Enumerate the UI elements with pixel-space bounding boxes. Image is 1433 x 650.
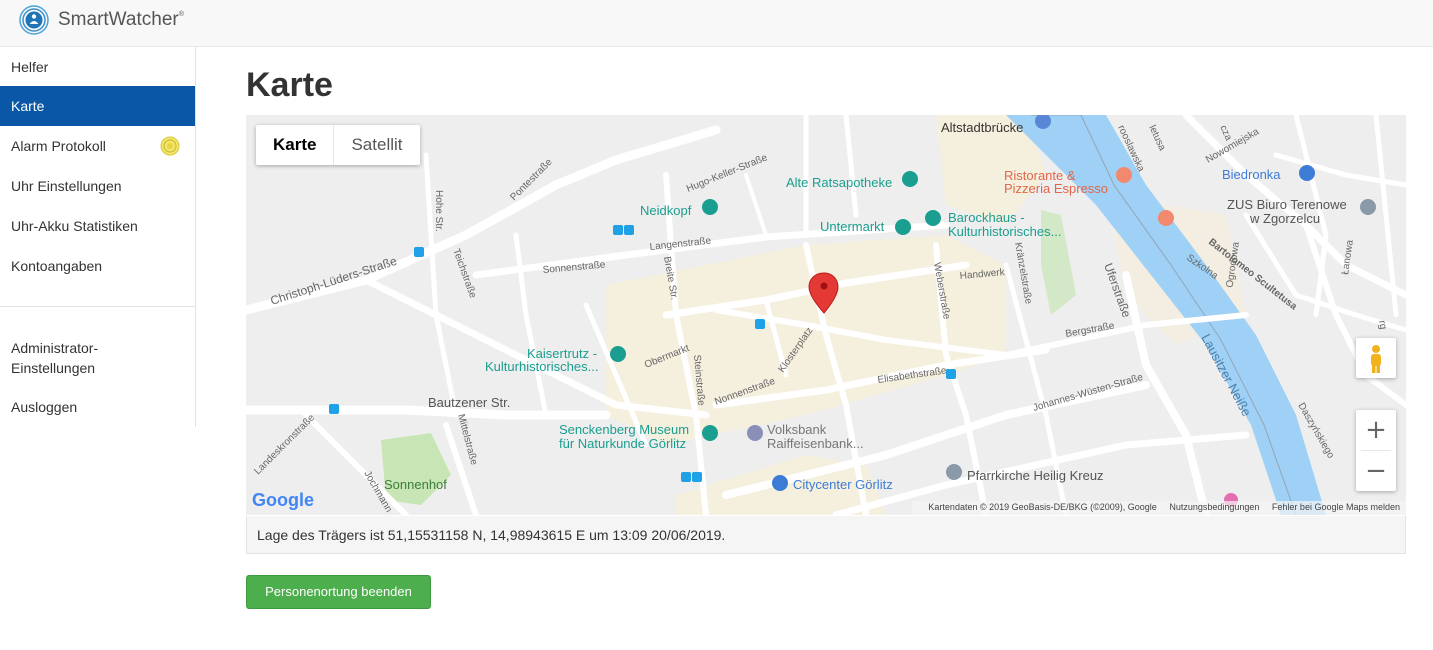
- label-untermarkt: Untermarkt: [820, 219, 885, 234]
- smartwatcher-logo-icon: [19, 5, 49, 35]
- sidebar: Helfer Karte Alarm Protokoll Uhr Einstel…: [0, 47, 196, 427]
- sidebar-item-label: Kontoangaben: [11, 258, 103, 274]
- sidebar-item-uhr-einstellungen[interactable]: Uhr Einstellungen: [0, 166, 195, 206]
- label-neidkopf: Neidkopf: [640, 203, 692, 218]
- street-hohe-str: Hohe Str.: [433, 190, 444, 232]
- map-attribution: Kartendaten © 2019 GeoBasis-DE/BKG (©200…: [912, 501, 1406, 515]
- google-logo[interactable]: Google: [252, 490, 314, 511]
- map-canvas[interactable]: Altstadtbrücke Alte Ratsapotheke Ristora…: [246, 115, 1406, 515]
- location-text: Lage des Trägers ist 51,15531158 N, 14,9…: [257, 527, 726, 543]
- label-kaisertrutz-2: Kulturhistorisches...: [485, 359, 598, 374]
- sidebar-item-label-line2: Einstellungen: [11, 360, 96, 376]
- sidebar-item-label: Karte: [11, 98, 45, 114]
- map-type-karte-button[interactable]: Karte: [256, 125, 335, 165]
- sidebar-item-label: Uhr-Akku Statistiken: [11, 218, 138, 234]
- sidebar-item-label-line1: Administrator-: [11, 340, 99, 356]
- label-volksbank-1: Volksbank: [767, 422, 827, 437]
- top-navbar: SmartWatcher®: [0, 0, 1433, 47]
- sidebar-item-uhr-akku-statistiken[interactable]: Uhr-Akku Statistiken: [0, 206, 195, 246]
- label-barockhaus-1: Barockhaus -: [948, 210, 1025, 225]
- pegman-icon: [1371, 345, 1381, 373]
- sidebar-divider: [0, 306, 195, 307]
- alarm-coin-icon: [160, 136, 180, 156]
- sidebar-item-alarm-protokoll[interactable]: Alarm Protokoll: [0, 126, 195, 166]
- sidebar-item-label: Helfer: [11, 59, 49, 75]
- sidebar-item-label: Ausloggen: [11, 399, 78, 415]
- label-pfarrkirche: Pfarrkirche Heilig Kreuz: [967, 468, 1104, 483]
- report-error-link[interactable]: Fehler bei Google Maps melden: [1272, 502, 1400, 512]
- sidebar-item-ausloggen[interactable]: Ausloggen: [0, 387, 195, 427]
- sidebar-item-kontoangaben[interactable]: Kontoangaben: [0, 246, 195, 286]
- label-zus-1: ZUS Biuro Terenowe: [1227, 197, 1347, 212]
- label-senckenberg-1: Senckenberg Museum: [559, 422, 689, 437]
- label-senckenberg-2: für Naturkunde Görlitz: [559, 436, 686, 451]
- label-barockhaus-2: Kulturhistorisches...: [948, 224, 1061, 239]
- brand[interactable]: SmartWatcher®: [58, 9, 184, 31]
- sidebar-item-label: Uhr Einstellungen: [11, 178, 122, 194]
- map-type-toggle: Karte Satellit: [256, 125, 420, 165]
- label-zus-2: w Zgorzelcu: [1249, 211, 1320, 226]
- street-rg: rg: [1376, 320, 1388, 331]
- page-title: Karte: [246, 66, 333, 104]
- zoom-out-button[interactable]: −: [1356, 451, 1396, 491]
- label-bautzener-str: Bautzener Str.: [428, 395, 510, 410]
- google-logo-text: Google: [252, 490, 314, 510]
- label-volksbank-2: Raiffeisenbank...: [767, 436, 864, 451]
- stop-tracking-button[interactable]: Personenortung beenden: [246, 575, 431, 609]
- sidebar-item-label: Alarm Protokoll: [11, 138, 106, 154]
- label-biedronka: Biedronka: [1222, 167, 1281, 182]
- label-altstadtbruecke: Altstadtbrücke: [941, 120, 1023, 135]
- location-info-panel: Lage des Trägers ist 51,15531158 N, 14,9…: [246, 516, 1406, 554]
- terms-link[interactable]: Nutzungsbedingungen: [1169, 502, 1259, 512]
- sidebar-item-karte[interactable]: Karte: [0, 86, 195, 126]
- label-citycenter: Citycenter Görlitz: [793, 477, 893, 492]
- attribution-text: Kartendaten © 2019 GeoBasis-DE/BKG (©200…: [928, 502, 1157, 512]
- label-alte-ratsapotheke: Alte Ratsapotheke: [786, 175, 892, 190]
- street-view-pegman[interactable]: [1356, 338, 1396, 378]
- zoom-in-button[interactable]: +: [1356, 410, 1396, 450]
- sidebar-item-helfer[interactable]: Helfer: [0, 47, 195, 87]
- label-ristorante-2: Pizzeria Espresso: [1004, 181, 1108, 196]
- map-type-satellit-button[interactable]: Satellit: [334, 125, 419, 165]
- zoom-control: + −: [1356, 410, 1396, 491]
- map-view[interactable]: Altstadtbrücke Alte Ratsapotheke Ristora…: [246, 115, 1406, 515]
- sidebar-item-administrator-einstellungen[interactable]: Administrator- Einstellungen: [0, 336, 195, 378]
- label-sonnenhof: Sonnenhof: [384, 477, 447, 492]
